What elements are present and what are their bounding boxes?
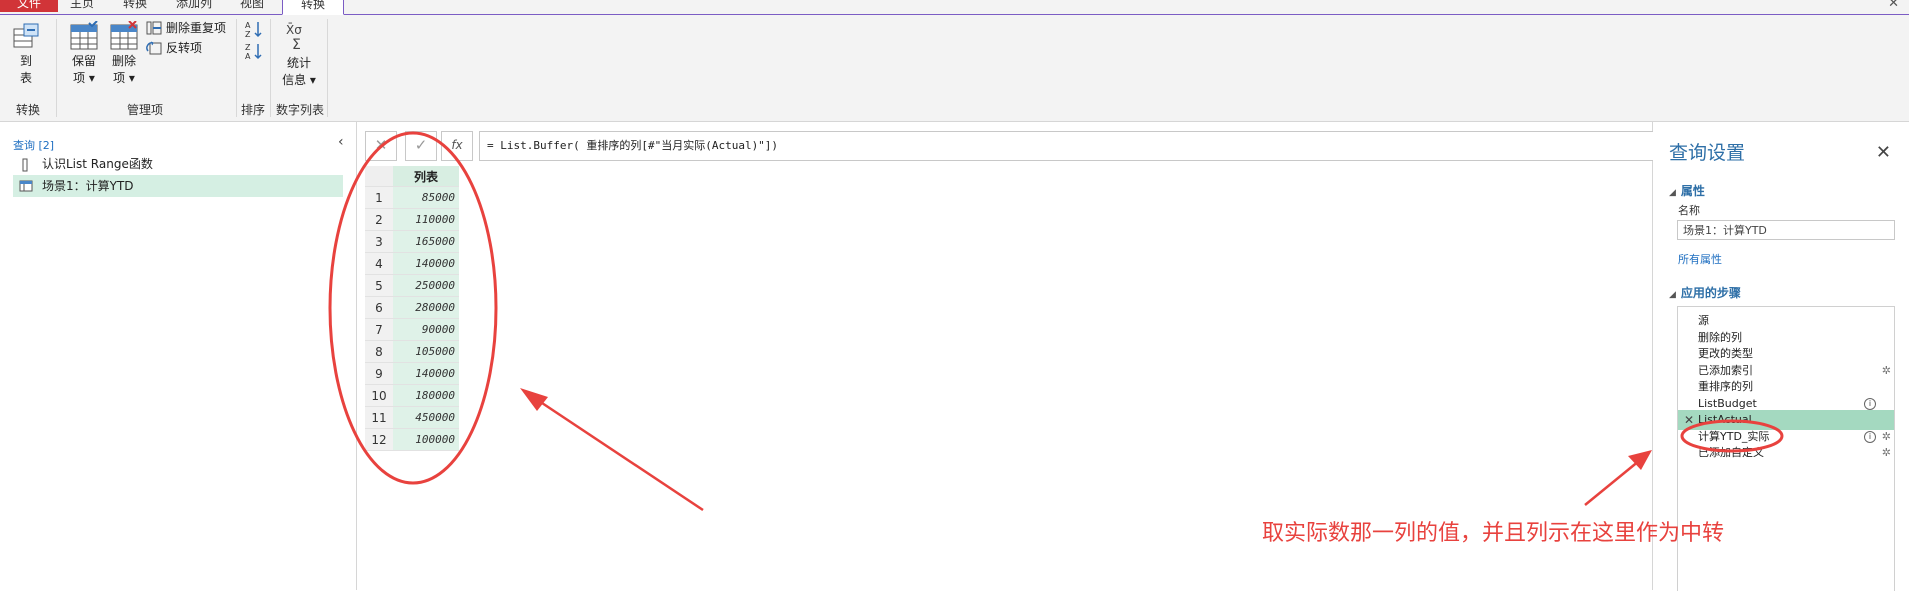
annotation-ellipse-grid (328, 131, 498, 485)
annotation-overlay (328, 131, 1784, 512)
annotation-arrow-left (529, 393, 704, 512)
annotation-text: 取实际数那一列的值，并且列示在这里作为中转 (1262, 521, 1725, 546)
annotation-ellipse-step (1680, 419, 1784, 453)
arrowhead-icon (520, 388, 548, 411)
